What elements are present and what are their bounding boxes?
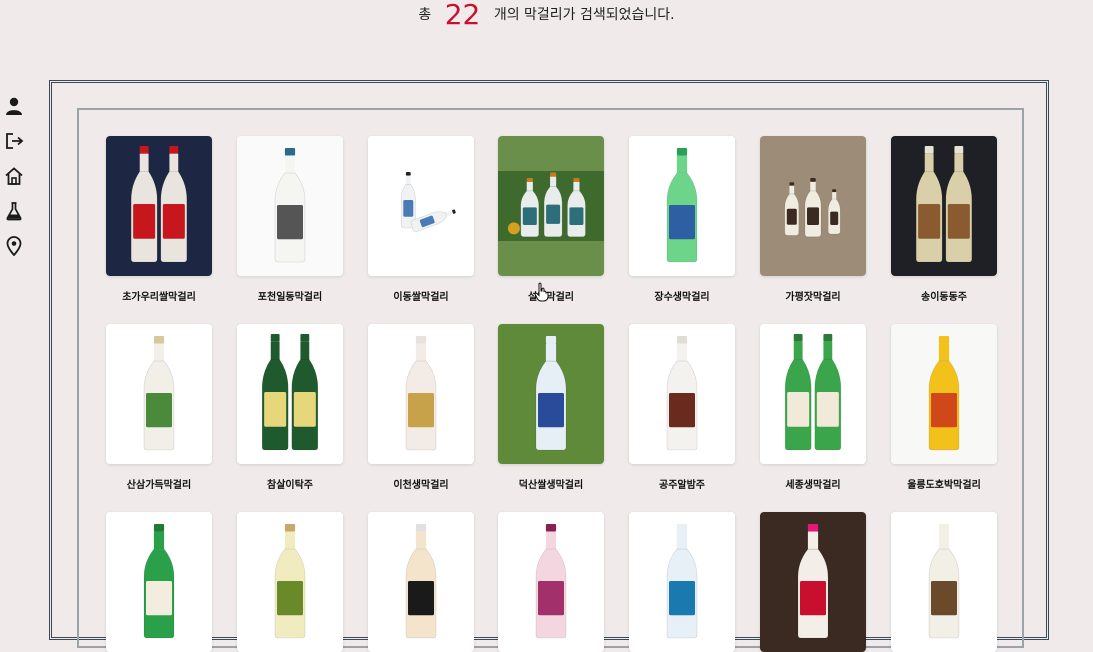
product-card[interactable] xyxy=(760,136,866,276)
product-card[interactable] xyxy=(498,512,604,652)
side-nav xyxy=(4,96,24,271)
product-name[interactable]: 송이동동주 xyxy=(879,288,1009,303)
product-image xyxy=(368,136,474,276)
product-image xyxy=(760,512,866,652)
product-name[interactable]: 포천일동막걸리 xyxy=(225,288,355,303)
flask-icon[interactable] xyxy=(4,201,24,221)
product-image xyxy=(498,136,604,276)
product-card[interactable] xyxy=(891,136,997,276)
product-image xyxy=(498,324,604,464)
product-image xyxy=(629,324,735,464)
product-card[interactable] xyxy=(760,512,866,652)
product-name[interactable]: 이천생막걸리 xyxy=(356,476,486,491)
product-name[interactable]: 공주알밤주 xyxy=(617,476,747,491)
product-name[interactable]: 덕산쌀생막걸리 xyxy=(486,476,616,491)
user-icon[interactable] xyxy=(4,96,24,116)
product-name[interactable]: 세종생막걸리 xyxy=(748,476,878,491)
product-image xyxy=(106,324,212,464)
product-image xyxy=(237,324,343,464)
product-card[interactable] xyxy=(237,324,343,464)
product-card[interactable] xyxy=(106,136,212,276)
product-name[interactable]: 초가우리쌀막걸리 xyxy=(94,288,224,303)
product-image xyxy=(629,512,735,652)
product-card[interactable] xyxy=(368,512,474,652)
product-card[interactable] xyxy=(368,136,474,276)
product-image xyxy=(891,512,997,652)
product-card[interactable] xyxy=(498,136,604,276)
location-pin-icon[interactable] xyxy=(4,236,24,256)
product-image xyxy=(237,136,343,276)
product-image xyxy=(106,136,212,276)
product-card[interactable] xyxy=(760,324,866,464)
product-card[interactable] xyxy=(368,324,474,464)
product-card[interactable] xyxy=(237,512,343,652)
product-image xyxy=(760,136,866,276)
product-card[interactable] xyxy=(629,324,735,464)
product-name[interactable]: 장수생막걸리 xyxy=(617,288,747,303)
product-image xyxy=(629,136,735,276)
product-name[interactable]: 울릉도호박막걸리 xyxy=(879,476,1009,491)
result-count: 22 xyxy=(444,0,481,31)
product-card[interactable] xyxy=(891,512,997,652)
hand-pointer-cursor-icon xyxy=(534,282,549,302)
product-image xyxy=(368,324,474,464)
product-card[interactable] xyxy=(629,136,735,276)
product-card[interactable] xyxy=(106,512,212,652)
product-image xyxy=(891,136,997,276)
product-image xyxy=(498,512,604,652)
product-image xyxy=(106,512,212,652)
product-card[interactable] xyxy=(106,324,212,464)
logout-icon[interactable] xyxy=(4,131,24,151)
product-card[interactable] xyxy=(891,324,997,464)
product-name[interactable]: 설악막걸리 xyxy=(486,288,616,303)
product-name[interactable]: 산삼가득막걸리 xyxy=(94,476,224,491)
product-name[interactable]: 이동쌀막걸리 xyxy=(356,288,486,303)
result-summary-suffix: 개의 막걸리가 검색되었습니다. xyxy=(493,7,675,23)
product-card[interactable] xyxy=(237,136,343,276)
product-image xyxy=(237,512,343,652)
product-image xyxy=(891,324,997,464)
product-image xyxy=(368,512,474,652)
product-card[interactable] xyxy=(498,324,604,464)
product-card[interactable] xyxy=(629,512,735,652)
product-name[interactable]: 참살이탁주 xyxy=(225,476,355,491)
result-summary: 총 22 개의 막걸리가 검색되었습니다. xyxy=(0,0,1093,34)
result-summary-prefix: 총 xyxy=(418,7,432,23)
home-icon[interactable] xyxy=(4,166,24,186)
product-name[interactable]: 가평잣막걸리 xyxy=(748,288,878,303)
product-image xyxy=(760,324,866,464)
